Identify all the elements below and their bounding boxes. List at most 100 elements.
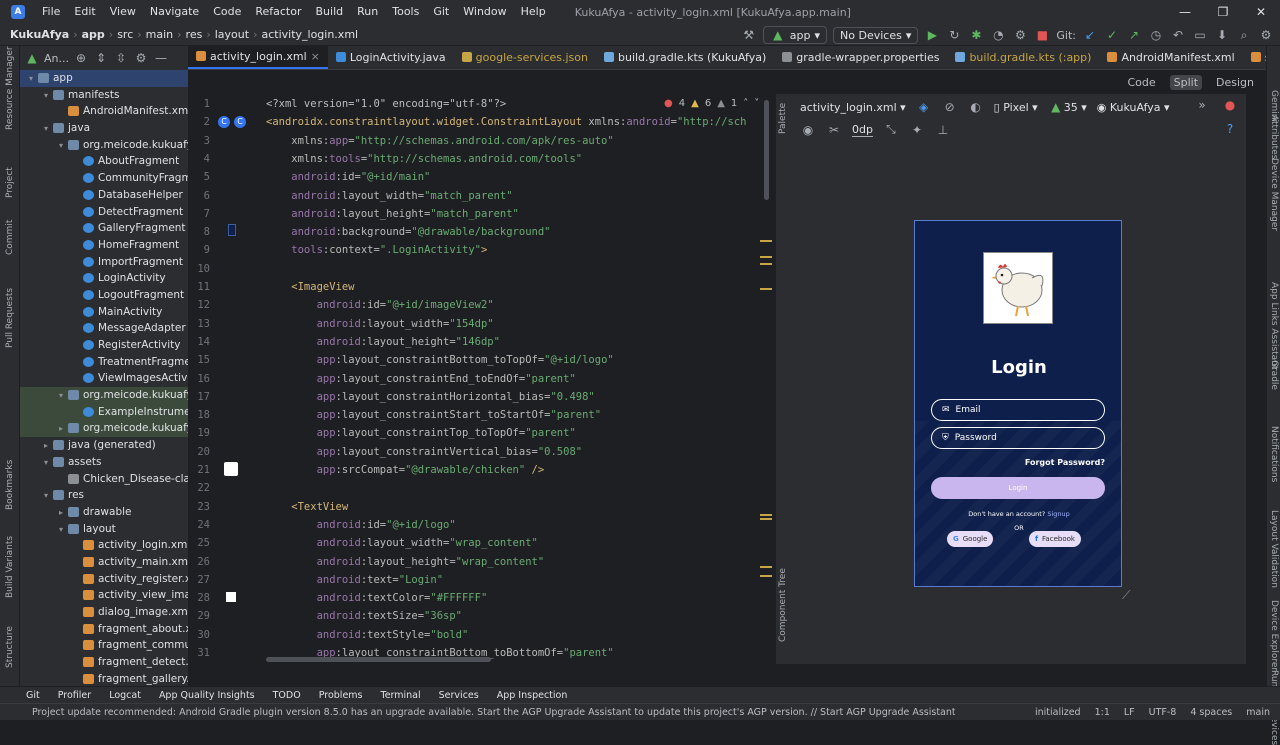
chicken-image[interactable] xyxy=(983,252,1053,324)
tree-toggle-icon[interactable]: ▾ xyxy=(26,71,36,88)
default-margin-field[interactable]: 0dp xyxy=(852,123,873,137)
email-field[interactable]: ✉ Email xyxy=(931,399,1105,421)
tree-item[interactable]: fragment_gallery.xml xyxy=(20,671,188,686)
editor-tab[interactable]: AndroidManifest.xml xyxy=(1099,46,1242,69)
git-branch[interactable]: main xyxy=(1246,707,1270,718)
editor-horizontal-scrollbar[interactable] xyxy=(266,657,491,662)
right-tool-attributes[interactable]: Attributes xyxy=(1269,115,1279,159)
profile-icon[interactable]: ◔ xyxy=(990,28,1006,42)
tree-item[interactable]: ExampleInstrumentedTest xyxy=(20,403,188,421)
code-editor[interactable]: <?xml version="1.0" encoding="utf-8"?> <a… xyxy=(262,94,772,664)
right-tool-app-links-assistant[interactable]: App Links Assistant xyxy=(1269,282,1279,369)
facebook-button[interactable]: f Facebook xyxy=(1029,531,1081,547)
menu-item-build[interactable]: Build xyxy=(309,0,351,24)
tree-toggle-icon[interactable]: ▸ xyxy=(56,421,66,438)
code-line[interactable]: android:background="@drawable/background… xyxy=(266,226,550,238)
git-push-icon[interactable]: ↗ xyxy=(1126,28,1142,42)
api-level-select[interactable]: ▲ 35 ▾ xyxy=(1048,100,1087,114)
collapse-all-icon[interactable]: ⇳ xyxy=(113,51,129,65)
tree-item[interactable]: GalleryFragment xyxy=(20,220,188,237)
chicken-thumb-icon[interactable] xyxy=(224,462,238,476)
left-tool-pull-requests[interactable]: Pull Requests xyxy=(5,288,15,348)
code-line[interactable]: app:layout_constraintHorizontal_bias="0.… xyxy=(266,391,595,403)
warning-marker[interactable] xyxy=(760,518,772,520)
tree-item[interactable]: ImportFragment xyxy=(20,254,188,271)
chevron-up-icon[interactable]: ˄ xyxy=(743,98,748,109)
tree-item[interactable]: ▸ org.meicode.kukuafya (test) xyxy=(20,420,188,438)
breadcrumb-item[interactable]: main xyxy=(146,28,173,41)
more-icon[interactable]: » xyxy=(1194,98,1210,112)
breadcrumb-item[interactable]: src xyxy=(117,28,133,41)
tree-item[interactable]: CommunityFragment xyxy=(20,170,188,187)
options-gear-icon[interactable]: ⚙ xyxy=(133,51,149,65)
bottom-tool-problems[interactable]: Problems xyxy=(319,690,363,701)
code-line[interactable]: android:layout_width="match_parent" xyxy=(266,190,512,202)
tree-item[interactable]: ▾ manifests xyxy=(20,87,188,104)
layout-file-select[interactable]: activity_login.xml ▾ xyxy=(800,101,906,114)
view-mode-design[interactable]: Design xyxy=(1212,75,1258,90)
code-line[interactable]: app:layout_constraintBottom_toTopOf="@+i… xyxy=(266,354,614,366)
menu-item-view[interactable]: View xyxy=(103,0,143,24)
indent-setting[interactable]: 4 spaces xyxy=(1190,707,1232,718)
tree-item[interactable]: fragment_detect.xml xyxy=(20,654,188,671)
left-tool-build-variants[interactable]: Build Variants xyxy=(5,536,15,598)
right-tool-layout-validation[interactable]: Layout Validation xyxy=(1269,510,1279,588)
code-line[interactable]: android:id="@+id/imageView2" xyxy=(266,299,494,311)
right-tool-notifications[interactable]: Notifications xyxy=(1269,426,1279,482)
tree-item[interactable]: AndroidManifest.xml xyxy=(20,103,188,120)
tree-item[interactable]: activity_register.xml xyxy=(20,571,188,588)
error-indicator-icon[interactable]: ● xyxy=(1222,98,1238,112)
android-view-icon[interactable]: ▲ xyxy=(24,51,40,65)
tree-item[interactable]: ▾ java xyxy=(20,120,188,137)
close-tab-icon[interactable]: × xyxy=(311,50,320,63)
code-line[interactable]: <ImageView xyxy=(266,281,354,293)
breadcrumb-item[interactable]: res xyxy=(186,28,203,41)
device-select[interactable]: No Devices ▾ xyxy=(833,26,919,44)
stop-icon[interactable]: ■ xyxy=(1034,28,1050,42)
rollback-icon[interactable]: ↶ xyxy=(1170,28,1186,42)
tree-item[interactable]: Chicken_Disease-class_detection xyxy=(20,471,188,488)
status-message[interactable]: Project update recommended: Android Grad… xyxy=(0,707,955,718)
tree-item[interactable]: ▾ org.meicode.kukuafya (androidTest) xyxy=(20,387,188,404)
menu-item-tools[interactable]: Tools xyxy=(385,0,426,24)
run-config-select[interactable]: ▲ app ▾ xyxy=(762,26,828,44)
settings-gear-icon[interactable]: ⚙ xyxy=(1258,28,1274,42)
code-line[interactable]: android:id="@+id/logo" xyxy=(266,519,456,531)
bottom-tool-logcat[interactable]: Logcat xyxy=(109,690,141,701)
device-preview-select[interactable]: ▯ Pixel ▾ xyxy=(994,101,1038,114)
tree-item[interactable]: ▾ res xyxy=(20,487,188,504)
tree-item[interactable]: ▾ layout xyxy=(20,521,188,538)
history-icon[interactable]: ◷ xyxy=(1148,28,1164,42)
code-line[interactable]: <androidx.constraintlayout.widget.Constr… xyxy=(266,116,746,128)
expand-all-icon[interactable]: ⇕ xyxy=(93,51,109,65)
design-canvas[interactable]: Login ✉ Email ⛨ Password Forgot Password? … xyxy=(792,140,1246,664)
code-line[interactable]: <?xml version="1.0" encoding="utf-8"?> xyxy=(266,98,506,110)
sdk-manager-icon[interactable]: ⬇ xyxy=(1214,28,1230,42)
attach-debugger-icon[interactable]: ⚙ xyxy=(1012,28,1028,42)
locate-icon[interactable]: ⊕ xyxy=(73,51,89,65)
left-tool-structure[interactable]: Structure xyxy=(5,626,15,668)
bottom-tool-profiler[interactable]: Profiler xyxy=(58,690,91,701)
menu-item-window[interactable]: Window xyxy=(456,0,513,24)
tree-item[interactable]: MessageAdapter xyxy=(20,320,188,337)
eye-icon[interactable]: ◉ xyxy=(800,123,816,137)
bottom-tool-services[interactable]: Services xyxy=(439,690,479,701)
search-icon[interactable]: ⌕ xyxy=(1236,28,1252,43)
orientation-icon[interactable]: ⊘ xyxy=(942,100,958,114)
left-tool-resource-manager[interactable]: Resource Manager xyxy=(5,46,15,130)
warning-marker[interactable] xyxy=(760,263,772,265)
git-commit-icon[interactable]: ✓ xyxy=(1104,28,1120,42)
file-encoding[interactable]: UTF-8 xyxy=(1149,707,1177,718)
view-mode-code[interactable]: Code xyxy=(1123,75,1159,90)
line-endings[interactable]: LF xyxy=(1124,707,1135,718)
code-line[interactable]: android:textSize="36sp" xyxy=(266,610,462,622)
tree-item[interactable]: fragment_community.xml xyxy=(20,637,188,654)
bottom-tool-git[interactable]: Git xyxy=(26,690,40,701)
editor-tab[interactable]: build.gradle.kts (KukuAfya) xyxy=(596,46,774,69)
bottom-tool-todo[interactable]: TODO xyxy=(273,690,301,701)
tree-item[interactable]: ▸ drawable xyxy=(20,504,188,521)
device-manager-icon[interactable]: ▭ xyxy=(1192,28,1208,42)
menu-item-file[interactable]: File xyxy=(35,0,67,24)
code-line[interactable]: app:layout_constraintVertical_bias="0.50… xyxy=(266,446,583,458)
tree-item[interactable]: TreatmentFragment xyxy=(20,354,188,371)
